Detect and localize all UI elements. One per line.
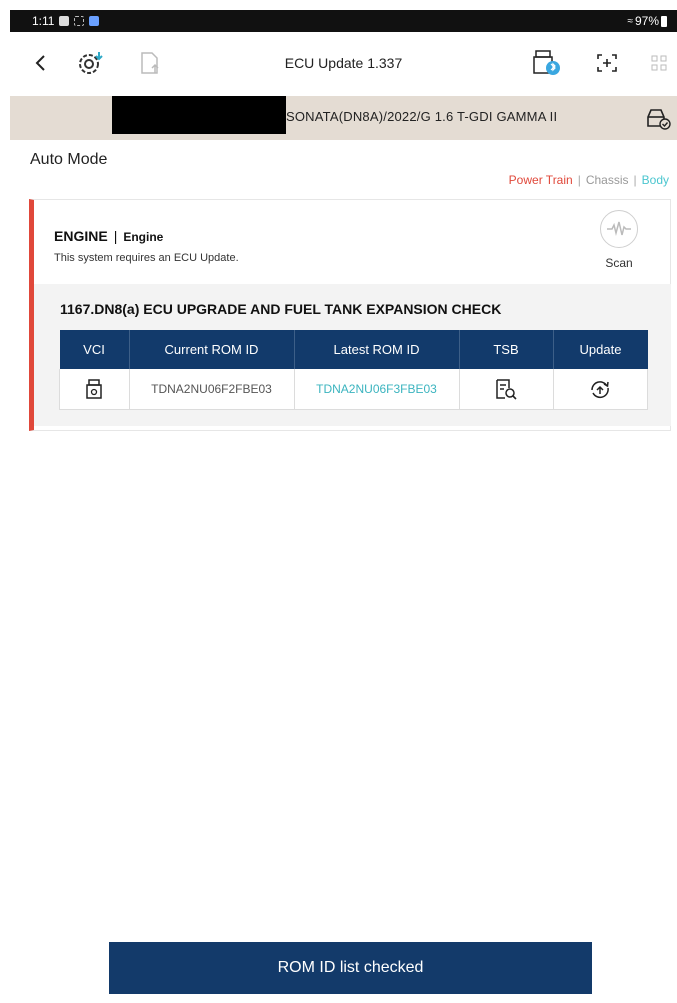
scan-label: Scan: [605, 256, 633, 270]
vehicle-select-button[interactable]: [643, 104, 673, 137]
status-bar: 1:11 ≈ 97%: [10, 10, 677, 32]
col-vci: VCI: [59, 330, 130, 369]
rom-id-list-checked-button[interactable]: ROM ID list checked: [109, 942, 592, 994]
table-row: TDNA2NU06F2FBE03 TDNA2NU06F3FBE03: [59, 369, 648, 410]
vehicle-info: SONATA(DN8A)/2022/G 1.6 T-GDI GAMMA II: [286, 109, 558, 124]
update-item-panel: 1167.DN8(a) ECU UPGRADE AND FUEL TANK EX…: [34, 284, 671, 426]
system-separator: |: [113, 228, 118, 244]
status-time: 1:11: [32, 14, 55, 28]
calendar-icon: [59, 16, 70, 26]
system-message: This system requires an ECU Update.: [54, 252, 239, 264]
system-card: ENGINE | Engine This system requires an EC…: [29, 199, 671, 431]
screenshot-icon: [74, 16, 85, 26]
col-update: Update: [553, 330, 648, 369]
system-filters: Power Train | Chassis | Body: [509, 173, 669, 187]
scan-circle: [600, 210, 638, 248]
col-tsb: TSB: [459, 330, 554, 369]
wifi-icon: ≈: [627, 15, 633, 27]
redacted-block: [112, 96, 286, 134]
app-frame: 1:11 ≈ 97% ECU Update 1.337 SONATA(DN8A)…: [10, 10, 677, 1003]
current-rom-id: TDNA2NU06F2FBE03: [129, 369, 295, 410]
status-left: 1:11: [32, 14, 100, 28]
page-title: ECU Update 1.337: [284, 55, 403, 71]
system-sub-name: Engine: [123, 230, 164, 244]
vehicle-info-bar: SONATA(DN8A)/2022/G 1.6 T-GDI GAMMA II: [10, 96, 677, 140]
app-header: ECU Update 1.337: [10, 32, 677, 96]
filter-separator: |: [633, 173, 637, 187]
car-check-icon: [647, 109, 671, 130]
filter-power-train[interactable]: Power Train: [509, 173, 573, 187]
system-name-row: ENGINE | Engine: [54, 228, 163, 244]
rom-id-table: VCI Current ROM ID Latest ROM ID TSB Upd…: [59, 330, 648, 410]
system-name: ENGINE: [54, 228, 108, 244]
screen-capture-icon: [597, 54, 617, 72]
screen-capture-button[interactable]: [590, 46, 624, 80]
filter-separator: |: [577, 173, 581, 187]
vci-bluetooth-button[interactable]: [530, 46, 564, 80]
document-search-icon: [496, 379, 517, 400]
message-icon: [89, 16, 100, 26]
update-button[interactable]: [553, 369, 648, 410]
table-header-row: VCI Current ROM ID Latest ROM ID TSB Upd…: [59, 330, 648, 369]
vci-cell: [59, 369, 130, 410]
scan-button[interactable]: Scan: [594, 210, 644, 270]
tsb-button[interactable]: [459, 369, 554, 410]
battery-level: 97%: [634, 14, 659, 28]
grid-menu-button[interactable]: [642, 46, 676, 80]
update-item-title: 1167.DN8(a) ECU UPGRADE AND FUEL TANK EX…: [60, 301, 502, 317]
col-latest-rom-id: Latest ROM ID: [294, 330, 460, 369]
waveform-icon: [607, 221, 631, 236]
battery-icon: [661, 15, 667, 27]
grid-menu-icon: [651, 55, 667, 71]
col-current-rom-id: Current ROM ID: [129, 330, 295, 369]
filter-body[interactable]: Body: [642, 173, 669, 187]
vci-device-icon: [86, 379, 102, 399]
update-circle-icon: [591, 381, 610, 399]
latest-rom-id: TDNA2NU06F3FBE03: [294, 369, 460, 410]
status-right: ≈ 97%: [627, 14, 667, 28]
filter-chassis[interactable]: Chassis: [586, 173, 629, 187]
vci-bluetooth-icon: [533, 50, 560, 75]
mode-title: Auto Mode: [30, 151, 108, 168]
